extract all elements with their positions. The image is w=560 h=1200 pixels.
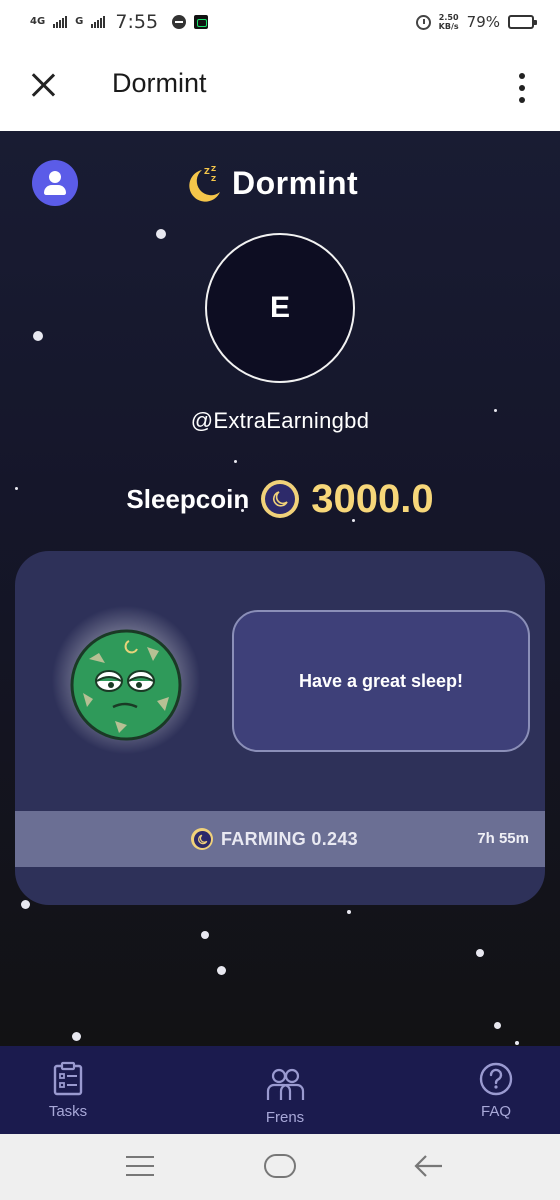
svg-text:Z: Z <box>204 167 210 176</box>
app-bar: Dormint <box>0 44 560 131</box>
friends-icon <box>266 1068 305 1100</box>
tasks-clipboard-icon <box>53 1061 83 1095</box>
signal-icon-2 <box>91 16 106 28</box>
close-button[interactable] <box>24 66 62 104</box>
sleep-card: Have a great sleep! FARMING 0.243 7h 55m <box>15 551 545 905</box>
app-notification-icon <box>194 15 209 29</box>
brand-name: Dormint <box>232 164 359 201</box>
status-right: 2.50 KB/s 79% <box>415 13 537 31</box>
nav-item-frens[interactable]: Frens <box>250 1052 320 1140</box>
farming-status: FARMING 0.243 <box>191 811 358 867</box>
star-decoration <box>476 949 484 957</box>
profile-button[interactable] <box>32 160 78 206</box>
status-left: 4G G 7:55 <box>30 11 209 33</box>
balance-label: Sleepcoin <box>126 483 250 514</box>
app-bar-title: Dormint <box>112 68 207 98</box>
alarm-icon <box>415 14 431 30</box>
sleeping-moon-icon: Z Z Z <box>189 165 220 202</box>
back-button[interactable] <box>412 1152 444 1180</box>
nav-item-faq[interactable]: FAQ <box>466 1046 526 1134</box>
star-decoration <box>347 910 351 914</box>
star-decoration <box>515 1041 519 1045</box>
svg-text:Z: Z <box>211 175 216 183</box>
star-decoration <box>201 931 209 939</box>
home-button[interactable] <box>264 1154 296 1178</box>
status-bar: 4G G 7:55 2.50 KB/s 79% <box>0 0 560 44</box>
sleep-message-box: Have a great sleep! <box>232 610 530 752</box>
sleepcoin-icon <box>261 480 300 518</box>
username: @ExtraEarningbd <box>190 408 370 433</box>
nav-label-frens: Frens <box>265 1108 305 1126</box>
star-decoration <box>21 900 30 909</box>
avatar: E <box>205 233 355 383</box>
star-decoration <box>234 460 237 463</box>
farming-timer: 7h 55m <box>477 830 529 847</box>
system-nav-bar <box>0 1134 560 1200</box>
star-decoration <box>217 966 226 975</box>
nav-label-tasks: Tasks <box>48 1102 88 1120</box>
nav-label-faq: FAQ <box>480 1102 511 1120</box>
sleepy-planet-character-icon[interactable] <box>69 629 183 741</box>
more-options-button[interactable] <box>508 70 536 106</box>
network-type-1: 4G <box>30 16 46 27</box>
brand-logo: Z Z Z Dormint <box>182 161 358 205</box>
recent-apps-button[interactable] <box>126 1156 154 1176</box>
battery-percent: 79% <box>466 13 500 31</box>
messenger-notification-icon <box>172 15 187 29</box>
sleepcoin-icon <box>191 828 213 850</box>
bottom-nav: Tasks Frens FAQ <box>0 1046 560 1134</box>
farming-bar[interactable]: FARMING 0.243 7h 55m <box>15 811 545 867</box>
svg-text:Z: Z <box>211 165 216 173</box>
battery-icon <box>508 15 537 29</box>
main-content: Z Z Z Dormint E @ExtraEarningbd Sleepcoi… <box>0 131 560 1046</box>
network-speed: 2.50 KB/s <box>439 13 459 31</box>
network-speed-unit: KB/s <box>438 22 459 31</box>
question-icon <box>479 1062 513 1095</box>
nav-item-tasks[interactable]: Tasks <box>36 1046 100 1134</box>
farming-text: FARMING 0.243 <box>221 828 358 849</box>
user-icon <box>49 171 61 183</box>
network-speed-value: 2.50 <box>438 13 459 22</box>
star-decoration <box>494 1022 501 1029</box>
star-decoration <box>72 1032 81 1041</box>
signal-icon-1 <box>53 16 68 28</box>
balance-value: 3000.0 <box>311 476 434 521</box>
clock: 7:55 <box>115 11 159 33</box>
network-type-2: G <box>75 16 84 27</box>
star-decoration <box>33 331 43 341</box>
avatar-letter: E <box>269 291 290 324</box>
star-decoration <box>156 229 166 239</box>
sleep-message: Have a great sleep! <box>298 670 464 691</box>
balance-row: Sleepcoin 3000.0 <box>0 471 560 527</box>
